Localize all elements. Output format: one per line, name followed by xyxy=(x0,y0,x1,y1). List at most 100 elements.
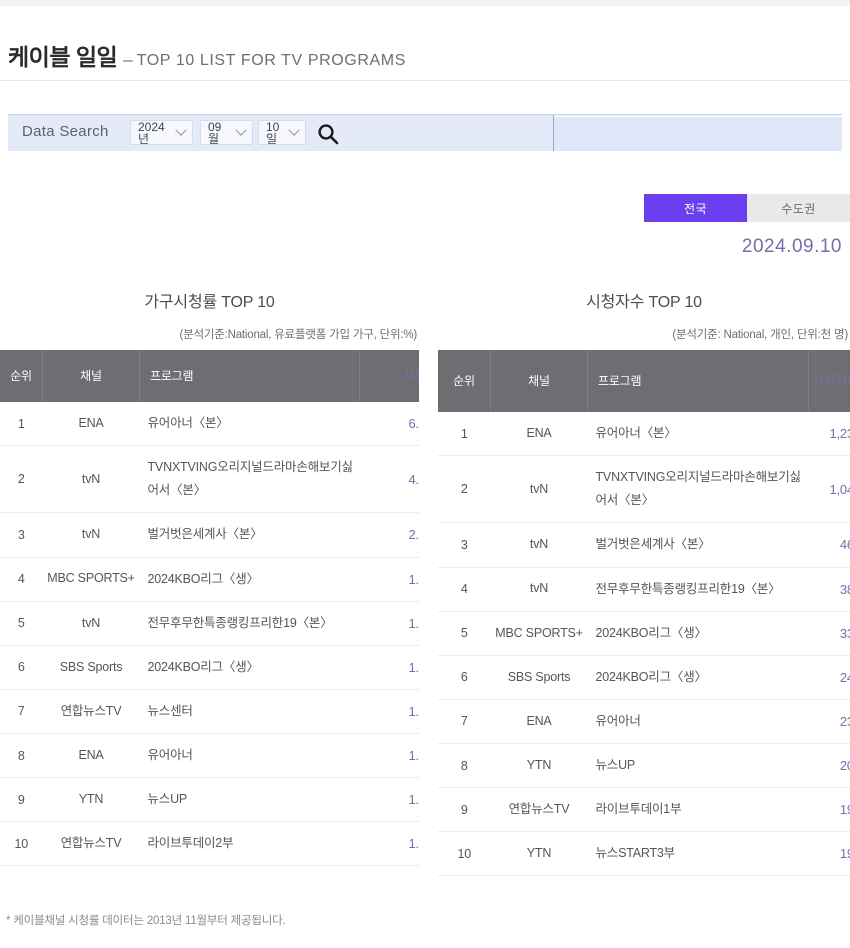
channel-cell: YTN xyxy=(42,777,140,823)
rank-cell: 8 xyxy=(438,743,491,789)
page-title-english: TOP 10 LIST FOR TV PROGRAMS xyxy=(136,52,406,69)
table-row: 3tvN벌거벗은세계사〈본〉469 xyxy=(438,522,850,568)
day-select[interactable]: 10일 xyxy=(258,120,306,145)
program-cell: 유어아너〈본〉 xyxy=(587,412,809,457)
rank-cell: 10 xyxy=(0,821,43,867)
viewership-count-panel: 시청자수 TOP 10 (분석기준: National, 개인, 단위:천 명)… xyxy=(438,262,850,877)
table-row: 9연합뉴스TV라이브투데이1부195 xyxy=(438,787,850,833)
rank-cell: 9 xyxy=(0,777,43,823)
channel-cell: tvN xyxy=(42,601,140,646)
rank-cell: 4 xyxy=(438,567,491,612)
program-cell: 2024KBO리그〈생〉 xyxy=(139,645,360,690)
table-row: 10YTN뉴스START3부193 xyxy=(438,831,850,877)
table-row: 2tvNTVNXTVING오리지널드라마손해보기싫어서〈본〉1,043 xyxy=(438,455,850,524)
tab-nationwide[interactable]: 전국 xyxy=(644,194,747,222)
program-cell: 뉴스START3부 xyxy=(587,831,809,877)
rank-cell: 3 xyxy=(438,522,491,568)
col-rating: 시청률 xyxy=(359,350,419,402)
search-keyword-input[interactable] xyxy=(554,116,842,151)
search-icon[interactable] xyxy=(316,122,340,146)
rank-cell: 1 xyxy=(0,402,43,447)
viewership-count-table: 순위 채널 프로그램 시청자수 1ENA유어아너〈본〉1,2352tvNTVNX… xyxy=(438,350,850,877)
page-title: 케이블 일일 – TOP 10 LIST FOR TV PROGRAMS xyxy=(8,38,406,72)
channel-cell: tvN xyxy=(42,512,140,558)
table-row: 3tvN벌거벗은세계사〈본〉2.288 xyxy=(0,512,419,558)
col-viewers: 시청자수 xyxy=(808,350,850,412)
data-search-label: Data Search xyxy=(22,123,109,140)
channel-cell: tvN xyxy=(490,455,588,524)
table-header-row: 순위 채널 프로그램 시청률 xyxy=(0,350,419,402)
channel-cell: MBC SPORTS+ xyxy=(42,557,140,602)
table-row: 7연합뉴스TV뉴스센터1.161 xyxy=(0,689,419,735)
chevron-down-icon xyxy=(288,124,300,136)
household-rating-subtitle: (분석기준:National, 유료플랫폼 가입 가구, 단위:%) xyxy=(179,329,417,341)
rank-cell: 5 xyxy=(0,601,43,646)
table-row: 4MBC SPORTS+2024KBO리그〈생〉1.499 xyxy=(0,557,419,602)
table-row: 5tvN전무후무한특종랭킹프리한19〈본〉1.430 xyxy=(0,601,419,646)
rank-cell: 2 xyxy=(0,445,43,514)
table-row: 6SBS Sports2024KBO리그〈생〉242 xyxy=(438,655,850,700)
value-cell: 336 xyxy=(808,611,850,656)
header-divider xyxy=(0,80,850,81)
table-row: 1ENA유어아너〈본〉1,235 xyxy=(438,412,850,457)
value-cell: 1.322 xyxy=(359,645,419,690)
program-cell: 2024KBO리그〈생〉 xyxy=(587,655,809,700)
value-cell: 2.288 xyxy=(359,512,419,558)
value-cell: 230 xyxy=(808,699,850,745)
value-cell: 193 xyxy=(808,831,850,877)
value-cell: 1.023 xyxy=(359,821,419,867)
col-program: 프로그램 xyxy=(587,350,809,412)
value-cell: 1.161 xyxy=(359,689,419,735)
household-rating-title: 가구시청률 TOP 10 xyxy=(144,294,275,311)
col-channel: 채널 xyxy=(490,350,588,412)
value-cell: 4.967 xyxy=(359,445,419,514)
data-search-bar: Data Search 2024년 09월 10일 xyxy=(8,114,842,151)
region-tab-group: 전국 수도권 xyxy=(644,194,850,222)
rank-cell: 6 xyxy=(438,655,491,700)
household-rating-table: 순위 채널 프로그램 시청률 1ENA유어아너〈본〉6.0532tvNTVNXT… xyxy=(0,350,419,867)
table-row: 10연합뉴스TV라이브투데이2부1.023 xyxy=(0,821,419,867)
rank-cell: 10 xyxy=(438,831,491,877)
page-header: 케이블 일일 – TOP 10 LIST FOR TV PROGRAMS xyxy=(0,6,850,81)
table-row: 9YTN뉴스UP1.034 xyxy=(0,777,419,823)
table-row: 6SBS Sports2024KBO리그〈생〉1.322 xyxy=(0,645,419,690)
table-row: 4tvN전무후무한특종랭킹프리한19〈본〉380 xyxy=(438,567,850,612)
program-cell: 전무후무한특종랭킹프리한19〈본〉 xyxy=(139,601,360,646)
month-select[interactable]: 09월 xyxy=(200,120,253,145)
program-cell: 뉴스센터 xyxy=(139,689,360,735)
value-cell: 207 xyxy=(808,743,850,789)
rank-cell: 2 xyxy=(438,455,491,524)
household-rating-panel: 가구시청률 TOP 10 (분석기준:National, 유료플랫폼 가입 가구… xyxy=(0,262,419,867)
rank-cell: 1 xyxy=(438,412,491,457)
page-title-dash: – xyxy=(123,50,133,69)
value-cell: 1.430 xyxy=(359,601,419,646)
program-cell: TVNXTVING오리지널드라마손해보기싫어서〈본〉 xyxy=(139,445,360,514)
table-header-row: 순위 채널 프로그램 시청자수 xyxy=(438,350,850,412)
value-cell: 380 xyxy=(808,567,850,612)
col-channel: 채널 xyxy=(42,350,140,402)
channel-cell: SBS Sports xyxy=(42,645,140,690)
rank-cell: 3 xyxy=(0,512,43,558)
rank-cell: 7 xyxy=(438,699,491,745)
rank-cell: 5 xyxy=(438,611,491,656)
viewership-count-subtitle: (분석기준: National, 개인, 단위:천 명) xyxy=(672,329,848,341)
program-cell: 뉴스UP xyxy=(587,743,809,789)
program-cell: 2024KBO리그〈생〉 xyxy=(139,557,360,602)
rank-cell: 4 xyxy=(0,557,43,602)
program-cell: 전무후무한특종랭킹프리한19〈본〉 xyxy=(587,567,809,612)
table-row: 1ENA유어아너〈본〉6.053 xyxy=(0,402,419,447)
program-cell: 라이브투데이1부 xyxy=(587,787,809,833)
value-cell: 1,043 xyxy=(808,455,850,524)
channel-cell: SBS Sports xyxy=(490,655,588,700)
value-cell: 6.053 xyxy=(359,402,419,447)
year-select[interactable]: 2024년 xyxy=(130,120,193,145)
value-cell: 1.034 xyxy=(359,777,419,823)
channel-cell: tvN xyxy=(490,567,588,612)
footnote: * 케이블채널 시청률 데이터는 2013년 11월부터 제공됩니다. xyxy=(6,915,286,927)
value-cell: 1,235 xyxy=(808,412,850,457)
page-title-korean: 케이블 일일 xyxy=(8,44,118,70)
program-cell: 뉴스UP xyxy=(139,777,360,823)
channel-cell: YTN xyxy=(490,831,588,877)
tab-metropolitan[interactable]: 수도권 xyxy=(747,194,850,222)
rank-cell: 6 xyxy=(0,645,43,690)
